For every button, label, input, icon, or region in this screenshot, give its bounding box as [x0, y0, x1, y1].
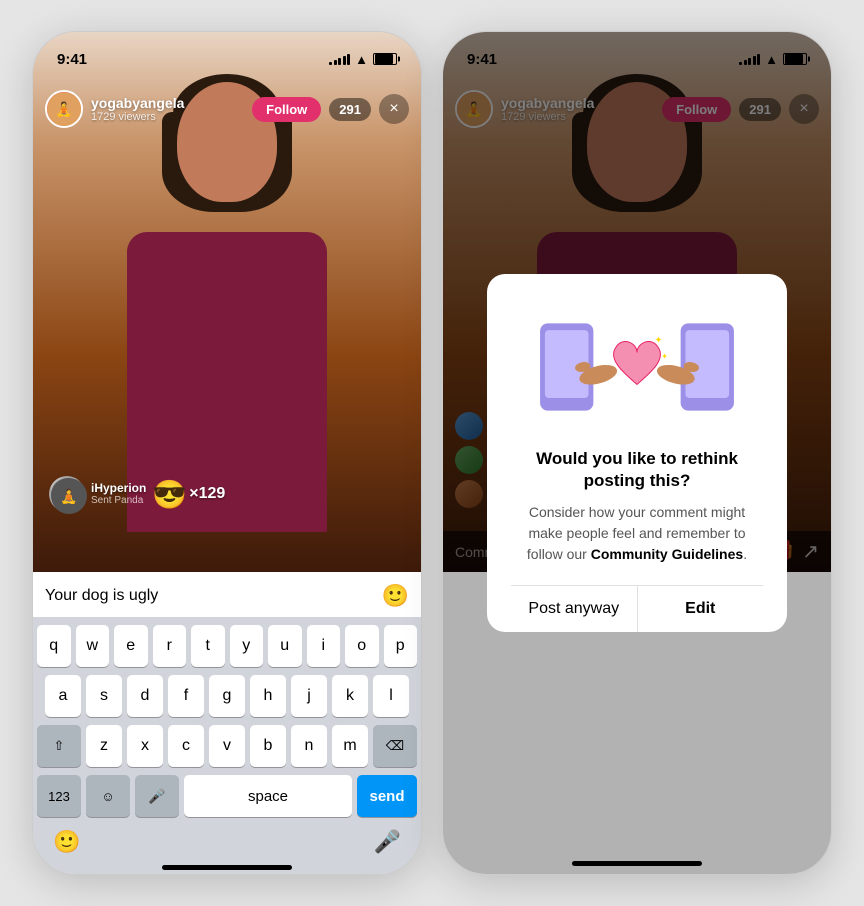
svg-text:🧘: 🧘	[60, 488, 77, 505]
close-button-left[interactable]: ×	[379, 94, 409, 124]
key-k[interactable]: k	[332, 675, 368, 717]
stream-video-left: 🧘 yogabyangela 1729 viewers Follow 291 ×…	[33, 32, 421, 572]
phone-right: 9:41 ▲	[442, 31, 832, 875]
key-g[interactable]: g	[209, 675, 245, 717]
emoji-user-info: iHyperion Sent Panda	[91, 481, 146, 507]
key-x[interactable]: x	[127, 725, 163, 767]
emoji-icon: 😎	[152, 478, 187, 511]
dialog-title: Would you like to rethink posting this?	[511, 448, 763, 492]
keyboard-row-1: q w e r t y u i o p	[37, 625, 417, 667]
key-h[interactable]: h	[250, 675, 286, 717]
dialog-body-end: .	[743, 546, 747, 562]
key-123[interactable]: 123	[37, 775, 81, 817]
key-f[interactable]: f	[168, 675, 204, 717]
keyboard-row-4: 123 ☺ 🎤 space send	[37, 775, 417, 817]
key-b[interactable]: b	[250, 725, 286, 767]
emoji-overlay-left: 🧘 iHyperion Sent Panda 😎 ×129	[49, 476, 225, 512]
battery-icon-left	[373, 53, 397, 65]
emoji-username: iHyperion	[91, 481, 146, 495]
key-e[interactable]: e	[114, 625, 148, 667]
svg-text:✦: ✦	[654, 335, 662, 346]
key-m[interactable]: m	[332, 725, 368, 767]
status-icons-right: ▲	[739, 52, 807, 67]
key-p[interactable]: p	[384, 625, 418, 667]
time-left: 9:41	[57, 51, 87, 68]
status-bar-left: 9:41 ▲	[33, 32, 421, 76]
signal-icon-left	[329, 54, 350, 65]
key-r[interactable]: r	[153, 625, 187, 667]
key-mic[interactable]: 🎤	[135, 775, 179, 817]
stream-user-info-left: yogabyangela 1729 viewers	[91, 95, 244, 123]
stream-viewers-left: 1729 viewers	[91, 111, 244, 123]
key-j[interactable]: j	[291, 675, 327, 717]
key-t[interactable]: t	[191, 625, 225, 667]
key-u[interactable]: u	[268, 625, 302, 667]
signal-icon-right	[739, 54, 760, 65]
key-z[interactable]: z	[86, 725, 122, 767]
dialog-overlay: ✦ ✦ Would you like to rethink posting th…	[443, 32, 831, 874]
emoji-input-button[interactable]: 🙂	[382, 583, 409, 609]
key-send[interactable]: send	[357, 775, 417, 817]
wifi-icon-left: ▲	[355, 52, 368, 67]
edit-button[interactable]: Edit	[637, 586, 764, 632]
dialog: ✦ ✦ Would you like to rethink posting th…	[487, 274, 787, 632]
key-i[interactable]: i	[307, 625, 341, 667]
comment-input[interactable]	[45, 587, 374, 605]
emoji-display: 😎 ×129	[152, 478, 225, 511]
key-n[interactable]: n	[291, 725, 327, 767]
dialog-body-link[interactable]: Community Guidelines	[591, 546, 743, 562]
key-c[interactable]: c	[168, 725, 204, 767]
dialog-actions: Post anyway Edit	[511, 585, 763, 632]
key-v[interactable]: v	[209, 725, 245, 767]
wifi-icon-right: ▲	[765, 52, 778, 67]
stream-header-left: 🧘 yogabyangela 1729 viewers Follow 291 ×	[33, 82, 421, 136]
phone-left: 9:41 ▲	[32, 31, 422, 875]
emoji-user-avatar: 🧘	[49, 476, 85, 512]
time-right: 9:41	[467, 51, 497, 68]
status-bar-right: 9:41 ▲	[443, 32, 831, 76]
key-d[interactable]: d	[127, 675, 163, 717]
bottom-emoji-icon[interactable]: 🙂	[53, 829, 80, 855]
keyboard: q w e r t y u i o p a s d f g h j k	[33, 617, 421, 874]
key-backspace[interactable]: ⌫	[373, 725, 417, 767]
key-emoji[interactable]: ☺	[86, 775, 130, 817]
viewer-count-left: 291	[329, 98, 371, 121]
keyboard-row-3: ⇧ z x c v b n m ⌫	[37, 725, 417, 767]
status-icons-left: ▲	[329, 52, 397, 67]
home-indicator-right	[572, 861, 702, 866]
keyboard-row-2: a s d f g h j k l	[37, 675, 417, 717]
battery-icon-right	[783, 53, 807, 65]
key-a[interactable]: a	[45, 675, 81, 717]
home-indicator-left	[162, 865, 292, 870]
key-s[interactable]: s	[86, 675, 122, 717]
svg-text:✦: ✦	[661, 352, 668, 361]
dialog-illustration: ✦ ✦	[511, 302, 763, 432]
dialog-illustration-svg: ✦ ✦	[511, 307, 763, 427]
keyboard-area-left: 🙂 q w e r t y u i o p a s d f g	[33, 575, 421, 874]
emoji-count: ×129	[189, 485, 225, 503]
dialog-body: Consider how your comment might make peo…	[511, 502, 763, 565]
post-anyway-button[interactable]: Post anyway	[511, 586, 637, 632]
key-o[interactable]: o	[345, 625, 379, 667]
key-q[interactable]: q	[37, 625, 71, 667]
emoji-sub: Sent Panda	[91, 495, 146, 507]
comment-input-bar: 🙂	[33, 575, 421, 617]
stream-avatar-left: 🧘	[45, 90, 83, 128]
bottom-mic-icon[interactable]: 🎤	[374, 829, 401, 855]
stream-username-left: yogabyangela	[91, 95, 244, 111]
key-l[interactable]: l	[373, 675, 409, 717]
key-shift[interactable]: ⇧	[37, 725, 81, 767]
key-y[interactable]: y	[230, 625, 264, 667]
key-w[interactable]: w	[76, 625, 110, 667]
viewer-count-number: 291	[339, 102, 361, 117]
follow-button-left[interactable]: Follow	[252, 97, 321, 122]
svg-text:🧘: 🧘	[55, 101, 72, 118]
key-space[interactable]: space	[184, 775, 352, 817]
